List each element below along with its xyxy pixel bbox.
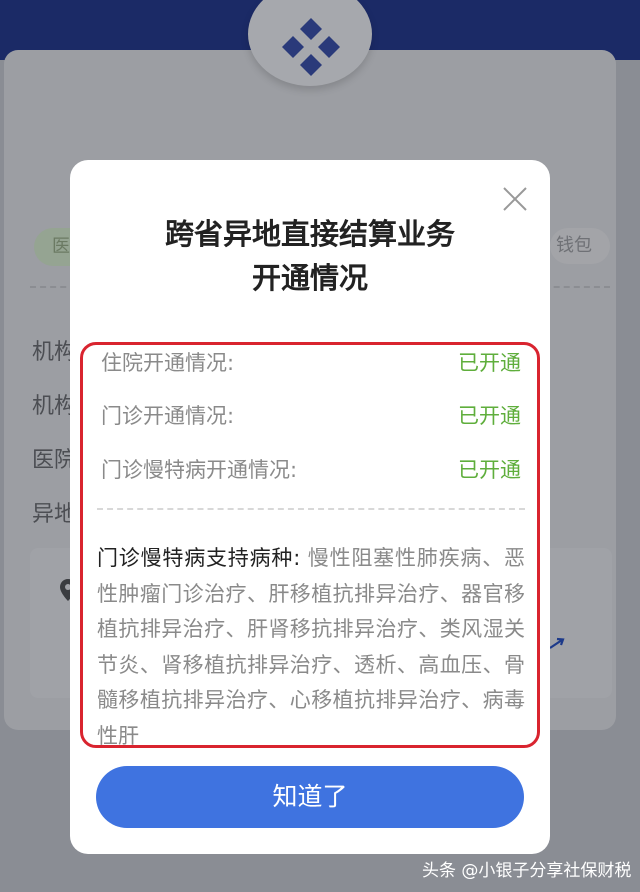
status-label: 门诊慢特病开通情况: (101, 458, 298, 482)
disease-list: 门诊慢特病支持病种: 慢性阻塞性肺疾病、恶性肿瘤门诊治疗、肝移植抗排异治疗、器官… (97, 541, 525, 748)
status-label: 门诊开通情况: (101, 404, 235, 428)
disease-list-text: 慢性阻塞性肺疾病、恶性肿瘤门诊治疗、肝移植抗排异治疗、器官移植抗排异治疗、肝肾移… (97, 546, 525, 748)
status-label: 住院开通情况: (101, 351, 235, 375)
disease-list-label: 门诊慢特病支持病种: (97, 546, 301, 570)
dialog-title: 跨省异地直接结算业务 开通情况 (70, 212, 550, 300)
section-divider (97, 508, 525, 510)
dialog-title-line2: 开通情况 (251, 261, 368, 295)
status-value: 已开通 (458, 351, 521, 375)
watermark: 头条 @小银子分享社保财税 (422, 861, 632, 881)
medical-cross-icon (282, 18, 340, 76)
background-tag-wallet: 钱包 (550, 228, 610, 264)
dialog-title-line1: 跨省异地直接结算业务 (164, 217, 455, 251)
highlight-box: 住院开通情况: 已开通 门诊开通情况: 已开通 门诊慢特病开通情况: 已开通 门… (80, 342, 540, 748)
status-dialog: 跨省异地直接结算业务 开通情况 住院开通情况: 已开通 门诊开通情况: 已开通 … (70, 160, 550, 854)
arrow-icon (549, 637, 565, 649)
status-value: 已开通 (458, 458, 521, 482)
status-value: 已开通 (458, 404, 521, 428)
status-row-chronic: 门诊慢特病开通情况: 已开通 (101, 450, 521, 490)
status-row-outpatient: 门诊开通情况: 已开通 (101, 396, 521, 436)
status-row-inpatient: 住院开通情况: 已开通 (101, 345, 521, 383)
close-icon[interactable] (502, 186, 528, 212)
acknowledge-button[interactable]: 知道了 (96, 766, 524, 828)
